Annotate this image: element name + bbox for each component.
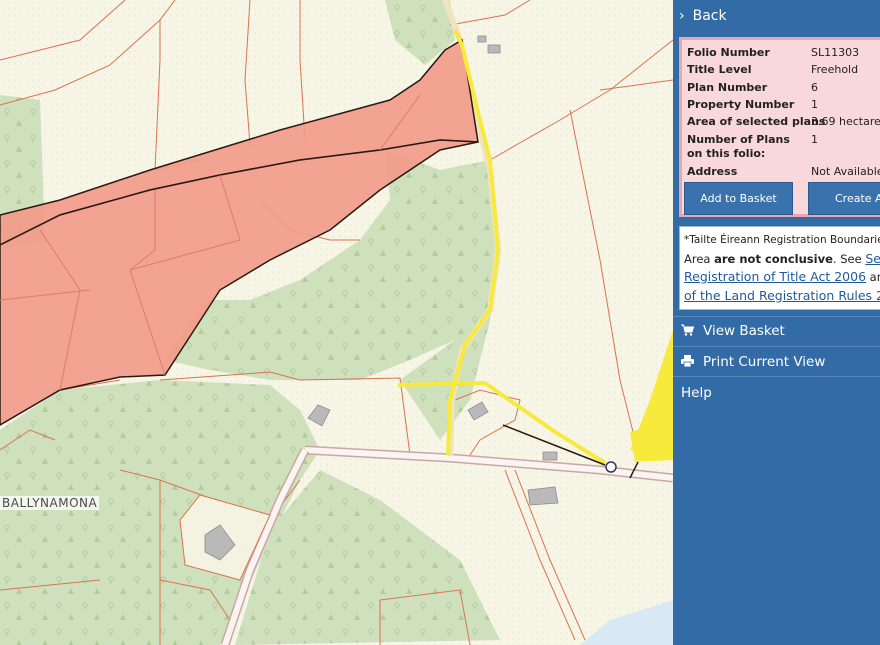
section-link[interactable]: Sectio [865, 251, 880, 266]
plan-number-key: Plan Number [687, 81, 768, 94]
area-key: Area of selected plans [687, 115, 826, 128]
folio-info-box: Folio Number SL11303 Title Level Freehol… [679, 37, 880, 217]
disclaimer-and: and [869, 270, 880, 284]
create-alert-button[interactable]: Create Al [808, 182, 880, 215]
plans-count-value: 1 [811, 133, 818, 146]
address-value: Not Available [811, 165, 880, 178]
menu-divider [673, 376, 880, 377]
plan-number-value: 6 [811, 81, 818, 94]
disclaimer-line1: *Tailte Éireann Registration Boundarie [684, 234, 880, 246]
back-label: Back [692, 8, 727, 24]
add-to-basket-button[interactable]: Add to Basket [684, 182, 793, 215]
address-key: Address [687, 165, 738, 178]
disclaimer-bold: are not conclusive [714, 251, 833, 266]
area-value: 3.69 hectares. [811, 115, 880, 128]
map-view[interactable]: BALLYNAMONA [0, 0, 673, 645]
location-marker[interactable] [605, 461, 617, 473]
disclaimer-mid: . See [832, 251, 866, 266]
folio-number-value: SL11303 [811, 46, 860, 59]
printer-icon [681, 354, 694, 370]
disclaimer-line3: Registration of Title Act 2006 and [684, 268, 880, 287]
property-number-key: Property Number [687, 98, 795, 111]
side-panel: › Back Folio Number SL11303 Title Level … [673, 0, 880, 645]
chevron-right-icon: › [679, 8, 685, 24]
property-number-value: 1 [811, 98, 818, 111]
disclaimer-prefix: Area [684, 251, 715, 266]
title-level-key: Title Level [687, 63, 752, 76]
registration-act-link[interactable]: Registration of Title Act 2006 [684, 269, 866, 284]
folio-number-key: Folio Number [687, 46, 770, 59]
map-canvas[interactable] [0, 0, 673, 645]
plans-count-key: Number of Plans on this folio: [687, 133, 790, 160]
view-basket-item[interactable]: View Basket [673, 316, 880, 346]
cart-icon [681, 324, 695, 339]
disclaimer-box: *Tailte Éireann Registration Boundarie A… [679, 226, 880, 310]
land-registration-rules-link[interactable]: of the Land Registration Rules 20 [684, 288, 880, 303]
back-button[interactable]: › Back [673, 0, 880, 32]
place-label: BALLYNAMONA [0, 496, 100, 510]
title-level-value: Freehold [811, 63, 859, 76]
print-label: Print Current View [703, 354, 826, 370]
view-basket-label: View Basket [703, 323, 785, 339]
help-item[interactable]: Help [673, 378, 880, 408]
print-current-view-item[interactable]: Print Current View [673, 347, 880, 377]
disclaimer-line4: of the Land Registration Rules 20 [684, 287, 880, 306]
help-label: Help [681, 385, 712, 401]
disclaimer-line2: Area are not conclusive. See Sectio [684, 250, 880, 269]
